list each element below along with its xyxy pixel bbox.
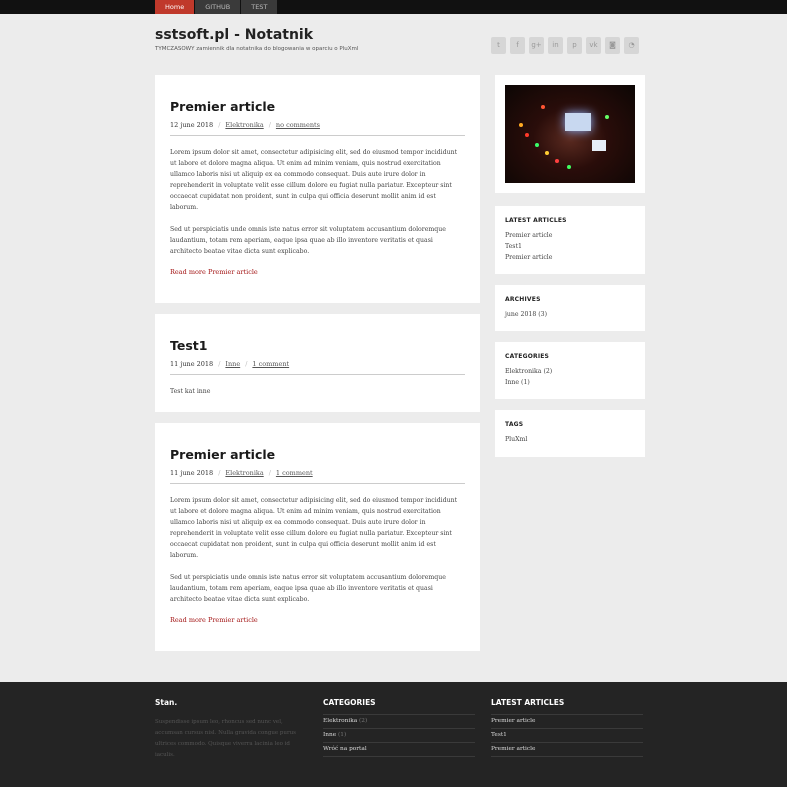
post-meta: 11 june 2018/Inne/1 comment [170, 360, 465, 375]
post-paragraph: Lorem ipsum dolor sit amet, consectetur … [170, 497, 458, 559]
site-footer: Stan. Suspendisse ipsum leo, rhoncus sed… [0, 682, 787, 787]
widget-title: LATEST ARTICLES [505, 217, 567, 224]
photo-light [519, 123, 523, 127]
footer-category-label[interactable]: Inne [323, 732, 336, 738]
post-comments-link[interactable]: 1 comment [252, 360, 289, 368]
post-paragraph: Test kat inne [170, 388, 211, 395]
nav-test[interactable]: TEST [241, 0, 278, 14]
latest-article-link[interactable]: Premier article [505, 230, 635, 241]
photo-light [605, 115, 609, 119]
post-title[interactable]: Test1 [170, 338, 465, 353]
google-plus-icon[interactable]: g+ [529, 37, 544, 54]
site-subtitle: TYMCZASOWY zamiennik dla notatnika do bl… [155, 46, 359, 52]
footer-category-row[interactable]: Elektronika (2) [323, 715, 475, 729]
post-paragraph: Sed ut perspiciatis unde omnis iste natu… [170, 226, 446, 255]
post-category-link[interactable]: Elektronika [225, 469, 263, 477]
rss-icon[interactable]: ◔ [624, 37, 639, 54]
pinterest-icon[interactable]: p [567, 37, 582, 54]
post-category-link[interactable]: Elektronika [225, 121, 263, 129]
footer-category-row[interactable]: Wróć na portal [323, 743, 475, 757]
instagram-icon[interactable]: ◙ [605, 37, 620, 54]
footer-latest-title: LATEST ARTICLES [491, 698, 565, 707]
sidebar-tags: TAGS PluXml [495, 410, 645, 457]
post-category-link[interactable]: Inne [225, 360, 240, 368]
photo-screen [565, 113, 591, 131]
widget-title: CATEGORIES [505, 353, 550, 360]
linkedin-icon[interactable]: in [548, 37, 563, 54]
facebook-icon[interactable]: f [510, 37, 525, 54]
footer-latest-row[interactable]: Test1 [491, 729, 643, 743]
photo-light [555, 159, 559, 163]
post-card: Test1 11 june 2018/Inne/1 comment Test k… [155, 314, 480, 412]
widget-title: TAGS [505, 421, 524, 428]
latest-article-link[interactable]: Test1 [505, 241, 635, 252]
footer-category-label[interactable]: Elektronika [323, 718, 357, 724]
photo-light [541, 105, 545, 109]
archive-link[interactable]: june 2018 (3) [505, 309, 635, 320]
photo-screen-small [592, 140, 606, 151]
photo-light [545, 151, 549, 155]
post-date: 11 june 2018 [170, 360, 214, 368]
footer-categories-title: CATEGORIES [323, 698, 376, 707]
social-links: t f g+ in p vk ◙ ◔ [491, 37, 643, 54]
footer-latest-row[interactable]: Premier article [491, 715, 643, 729]
latest-article-link[interactable]: Premier article [505, 252, 635, 263]
footer-categories: CATEGORIES Elektronika (2) Inne (1) Wróć… [323, 698, 475, 757]
sidebar-latest-articles: LATEST ARTICLES Premier article Test1 Pr… [495, 206, 645, 274]
post-comments-link[interactable]: no comments [276, 121, 320, 129]
sidebar-image-widget [495, 75, 645, 193]
tag-link[interactable]: PluXml [505, 434, 635, 445]
nav-github[interactable]: GITHUB [195, 0, 241, 14]
post-date: 12 june 2018 [170, 121, 214, 129]
footer-about: Stan. Suspendisse ipsum leo, rhoncus sed… [155, 698, 305, 761]
sidebar-archives: ARCHIVES june 2018 (3) [495, 285, 645, 331]
vk-icon[interactable]: vk [586, 37, 601, 54]
photo-light [567, 165, 571, 169]
post-meta: 11 june 2018/Elektronika/1 comment [170, 469, 465, 484]
footer-latest-row[interactable]: Premier article [491, 743, 643, 757]
top-navigation-bar: Home GITHUB TEST [0, 0, 787, 14]
post-comments-link[interactable]: 1 comment [276, 469, 313, 477]
category-link[interactable]: Elektronika (2) [505, 366, 635, 377]
read-more-link[interactable]: Read more Premier article [170, 268, 465, 276]
footer-category-count: (2) [359, 718, 368, 724]
footer-category-count: (1) [338, 732, 347, 738]
post-card: Premier article 11 june 2018/Elektronika… [155, 423, 480, 651]
footer-about-text: Suspendisse ipsum leo, rhoncus sed nunc … [155, 719, 296, 758]
post-title[interactable]: Premier article [170, 447, 465, 462]
footer-category-row[interactable]: Inne (1) [323, 729, 475, 743]
nav-home[interactable]: Home [155, 0, 195, 14]
main-nav: Home GITHUB TEST [155, 0, 278, 14]
site-title[interactable]: sstsoft.pl - Notatnik [155, 27, 313, 43]
twitter-icon[interactable]: t [491, 37, 506, 54]
header-photo [505, 85, 635, 183]
post-date: 11 june 2018 [170, 469, 214, 477]
footer-latest: LATEST ARTICLES Premier article Test1 Pr… [491, 698, 643, 757]
read-more-link[interactable]: Read more Premier article [170, 616, 465, 624]
sidebar-categories: CATEGORIES Elektronika (2) Inne (1) [495, 342, 645, 399]
category-link[interactable]: Inne (1) [505, 377, 635, 388]
footer-about-title: Stan. [155, 698, 178, 707]
post-title[interactable]: Premier article [170, 99, 465, 114]
post-meta: 12 june 2018/Elektronika / no comments [170, 121, 465, 136]
photo-light [535, 143, 539, 147]
footer-category-label[interactable]: Wróć na portal [323, 746, 367, 752]
photo-light [525, 133, 529, 137]
widget-title: ARCHIVES [505, 296, 541, 303]
post-paragraph: Lorem ipsum dolor sit amet, consectetur … [170, 149, 458, 211]
post-paragraph: Sed ut perspiciatis unde omnis iste natu… [170, 574, 446, 603]
post-card: Premier article 12 june 2018/Elektronika… [155, 75, 480, 303]
